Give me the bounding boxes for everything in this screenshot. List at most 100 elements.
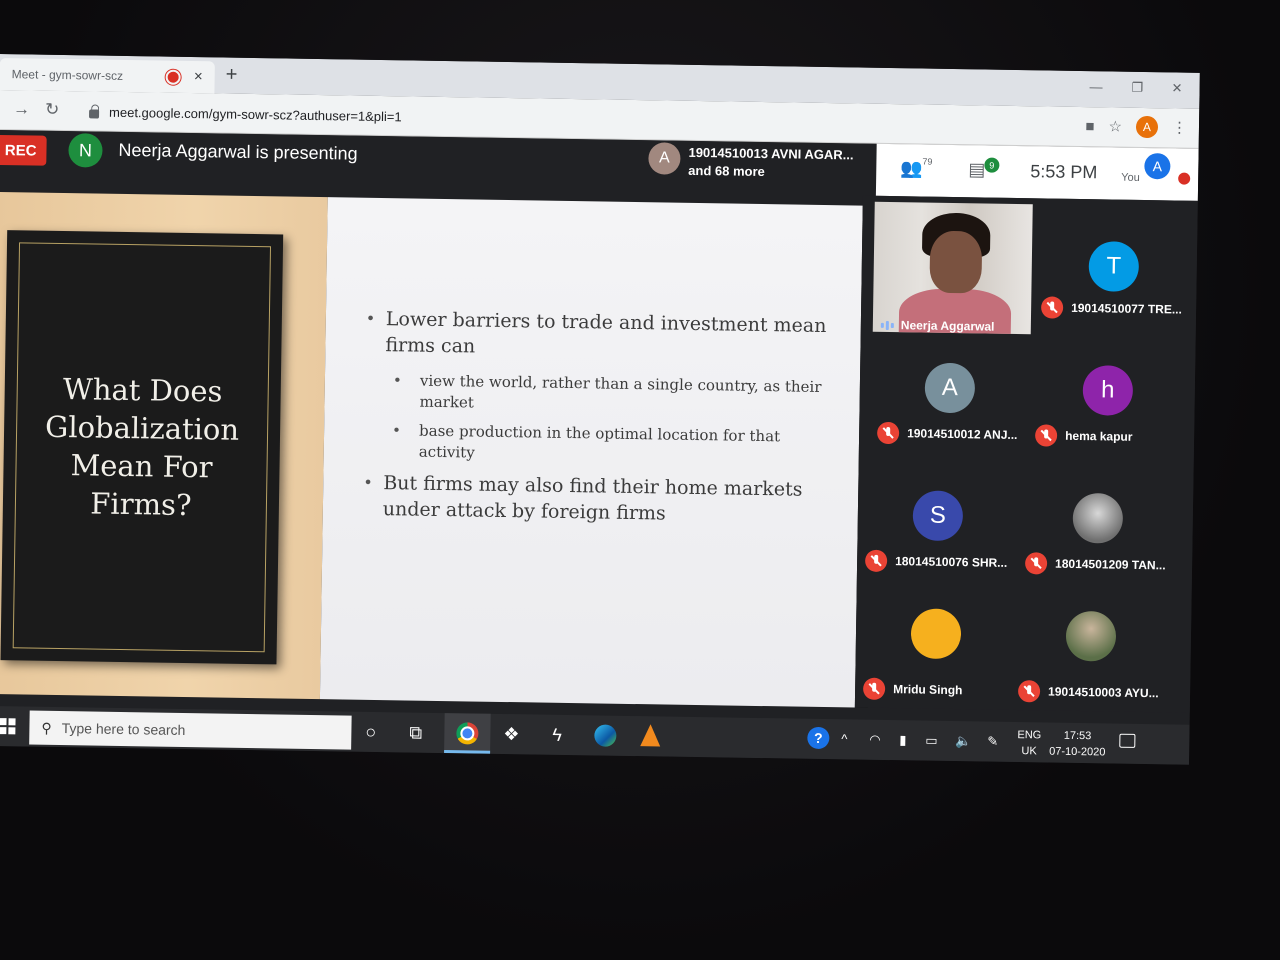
profile-avatar[interactable]: A: [1135, 115, 1159, 139]
sub-bullet-item: view the world, rather than a single cou…: [364, 370, 835, 419]
slide-title: What Does Globalization Mean For Firms?: [44, 370, 240, 525]
participant-name-row: 19014510012 ANJ...: [876, 421, 1018, 446]
help-icon[interactable]: ?: [807, 726, 830, 750]
vlc-icon[interactable]: [640, 724, 661, 747]
mic-off-icon: [876, 421, 900, 445]
minimize-icon[interactable]: —: [1090, 79, 1103, 94]
participant-logo-avatar: [910, 608, 962, 660]
people-count: 79: [922, 156, 933, 167]
presenting-label: Neerja Aggarwal is presenting: [118, 139, 358, 164]
participant-avatar: h: [1082, 365, 1134, 416]
restore-icon[interactable]: ❐: [1131, 80, 1143, 96]
slide-title-line: What Does: [62, 372, 223, 409]
taskbar-date: 07-10-2020: [1049, 745, 1106, 759]
slide-content-panel: Lower barriers to trade and investment m…: [319, 197, 863, 708]
participant-tile[interactable]: Mridu Singh: [855, 580, 1017, 710]
browser-tab-meet[interactable]: Meet - gym-sowr-scz ×: [0, 57, 215, 94]
url-text: meet.google.com/gym-sowr-scz?authuser=1&…: [108, 104, 402, 124]
mic-off-icon: [862, 677, 886, 700]
taskbar-search-box[interactable]: ⚲ Type here to search: [29, 710, 352, 750]
joiner-notice[interactable]: 19014510013 AVNI AGAR... and 68 more: [688, 144, 854, 183]
lightning-app-icon[interactable]: ϟ: [552, 725, 562, 746]
star-icon[interactable]: ☆: [1108, 117, 1122, 135]
participant-name: hema kapur: [1065, 428, 1133, 444]
mic-off-icon: [1040, 296, 1064, 319]
video-person-face: [929, 230, 983, 294]
participant-tile[interactable]: Neerja Aggarwal: [861, 196, 1035, 339]
sub-bullet-item: base production in the optimal location …: [364, 420, 835, 469]
forward-arrow-icon[interactable]: →: [13, 99, 30, 119]
participant-tile[interactable]: 19014510003 AYU...: [1010, 582, 1172, 712]
volume-icon[interactable]: 🔈: [955, 733, 971, 749]
slide-left-panel: What Does Globalization Mean For Firms?: [0, 191, 328, 700]
edge-icon[interactable]: [594, 724, 617, 747]
taskbar-clock[interactable]: 17:53 07-10-2020: [1049, 728, 1106, 761]
participant-photo-avatar: [1065, 610, 1117, 662]
menu-dots-icon[interactable]: ⋮: [1172, 118, 1187, 136]
slide-title-frame: What Does Globalization Mean For Firms?: [12, 242, 272, 653]
lang-region: UK: [1021, 745, 1037, 758]
chat-count-badge: 9: [984, 157, 1000, 173]
camera-icon[interactable]: ■: [1085, 118, 1094, 135]
microphone-icon[interactable]: ▮: [899, 732, 906, 748]
participants-grid: Neerja Aggarwal T 19014510077 TRE... A 1…: [854, 195, 1198, 713]
participant-tile[interactable]: T 19014510077 TRE...: [1033, 198, 1195, 328]
battery-icon[interactable]: ▭: [925, 733, 938, 749]
bullet-item: Lower barriers to trade and investment m…: [365, 306, 836, 365]
wifi-icon[interactable]: ◠: [869, 732, 881, 748]
pen-icon[interactable]: ✎: [987, 734, 998, 750]
meeting-time: 5:53 PM: [1030, 161, 1098, 183]
search-placeholder: Type here to search: [61, 720, 186, 738]
participant-name-row: 18014501209 TAN...: [1024, 552, 1166, 576]
notification-icon[interactable]: [1119, 733, 1136, 748]
language-indicator[interactable]: ENG UK: [1017, 727, 1041, 759]
slide-title-line: Globalization: [44, 409, 240, 447]
presentation-slide: What Does Globalization Mean For Firms? …: [0, 191, 876, 708]
presenter-avatar: N: [68, 133, 103, 168]
participant-name: Mridu Singh: [893, 682, 963, 698]
self-avatar[interactable]: A: [1144, 152, 1171, 180]
mic-off-icon: [1017, 680, 1041, 703]
reload-icon[interactable]: ↻: [45, 100, 60, 120]
rec-badge: REC: [0, 134, 47, 166]
self-muted-icon: [1178, 172, 1191, 185]
participant-tile[interactable]: S 18014510076 SHR...: [857, 452, 1019, 582]
chat-icon[interactable]: ▤: [968, 159, 985, 180]
slide-title-line: Mean For: [70, 448, 213, 485]
mic-off-icon: [1024, 552, 1048, 575]
lang-code: ENG: [1017, 729, 1042, 742]
chevron-up-icon[interactable]: ^: [841, 731, 847, 746]
participant-name-row: 18014510076 SHR...: [864, 549, 1007, 574]
participant-name-row: 19014510077 TRE...: [1040, 296, 1182, 320]
participant-avatar: A: [924, 362, 976, 414]
participant-name: 19014510077 TRE...: [1071, 300, 1182, 317]
monitor-screen: Meet - gym-sowr-scz × + — ❐ ✕ → ↻ meet.g…: [0, 54, 1200, 765]
participant-tile[interactable]: 18014501209 TAN...: [1017, 454, 1179, 584]
slide-bullets: Lower barriers to trade and investment m…: [363, 306, 837, 541]
recording-dot-icon: [167, 71, 179, 83]
windows-start-icon[interactable]: [0, 718, 16, 735]
close-window-icon[interactable]: ✕: [1171, 80, 1182, 96]
mic-off-icon: [1034, 424, 1058, 447]
participant-name-row: 19014510003 AYU...: [1017, 680, 1159, 704]
participant-name: 19014510003 AYU...: [1048, 684, 1159, 701]
dropbox-icon[interactable]: ❖: [503, 724, 519, 745]
mic-off-icon: [864, 549, 888, 572]
new-tab-button[interactable]: +: [226, 64, 238, 87]
meet-controls-header: 👥 79 ▤ 9 5:53 PM You A: [875, 143, 1199, 201]
you-label: You: [1121, 171, 1140, 184]
joiner-line2: and 68 more: [688, 162, 765, 180]
task-view-icon[interactable]: ⧉: [409, 723, 422, 744]
tab-title: Meet - gym-sowr-scz: [11, 67, 124, 83]
participant-name-row: Mridu Singh: [862, 677, 963, 702]
people-icon[interactable]: 👥: [900, 158, 923, 179]
cortana-icon[interactable]: ○: [365, 722, 376, 743]
participant-avatar: T: [1088, 241, 1140, 292]
slide-title-line: Firms?: [90, 486, 192, 523]
search-icon: ⚲: [41, 719, 52, 736]
participant-tile[interactable]: A 19014510012 ANJ...: [869, 324, 1031, 454]
participant-photo-avatar: [1072, 492, 1124, 544]
participant-tile[interactable]: h hema kapur: [1027, 326, 1189, 456]
slide-title-board: What Does Globalization Mean For Firms?: [0, 230, 284, 665]
tab-close-icon[interactable]: ×: [194, 68, 203, 85]
